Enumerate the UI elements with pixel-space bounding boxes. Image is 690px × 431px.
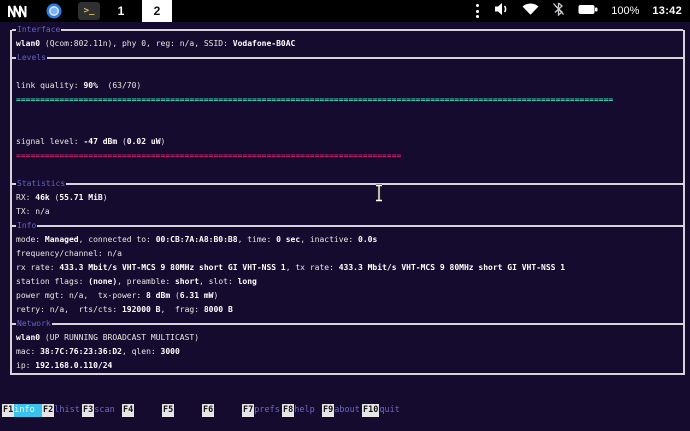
browser-icon[interactable] (46, 3, 62, 19)
fkey-f9[interactable]: F9 (322, 404, 334, 417)
terminal-rows: Interfacewlan0 (Qcom:802.11n), phy 0, re… (12, 23, 683, 373)
fkey-label-quit[interactable]: quit (379, 404, 399, 417)
ip-line: ip: 192.168.0.110/24 (12, 359, 683, 373)
fkey-slot-f4[interactable]: F4 (122, 404, 162, 417)
wifi-icon (522, 2, 539, 20)
fkey-label-help[interactable]: help (294, 404, 314, 417)
text-cursor-pointer (374, 184, 384, 206)
fkey-slot-f8[interactable]: F8help (282, 404, 322, 417)
overflow-menu-icon[interactable] (474, 4, 481, 18)
rate-line: rx rate: 433.3 Mbit/s VHT-MCS 9 80MHz sh… (12, 261, 683, 275)
section-header-levels: Levels (12, 51, 683, 65)
clock: 13:42 (652, 5, 682, 17)
fkey-slot-f10[interactable]: F10quit (362, 404, 406, 417)
terminal-tab-2[interactable]: 2 (142, 0, 172, 22)
interface-line: wlan0 (Qcom:802.11n), phy 0, reg: n/a, S… (12, 37, 683, 51)
bluetooth-off-icon (552, 2, 565, 21)
wavemon-info-panel: Interfacewlan0 (Qcom:802.11n), phy 0, re… (10, 30, 685, 375)
network-flags-line: wlan0 (UP RUNNING BROADCAST MULTICAST) (12, 331, 683, 345)
link-quality-bar: ========================================… (12, 93, 683, 107)
app-logo-icon (8, 4, 30, 18)
fkey-slot-f5[interactable]: F5 (162, 404, 202, 417)
fkey-label-info[interactable]: info (14, 404, 41, 417)
function-key-bar: F1infoF2lhistF3scanF4F5F6F7prefsF8helpF9… (2, 404, 406, 417)
fkey-label-prefs[interactable]: prefs (254, 404, 280, 417)
rx-stats-line: RX: 46k (55.71 MiB) (12, 191, 683, 205)
battery-percent: 100% (611, 5, 639, 17)
blank-line (12, 163, 683, 177)
fkey-label-scan[interactable]: scan (94, 404, 114, 417)
power-line: power mgt: n/a, tx-power: 8 dBm (6.31 mW… (12, 289, 683, 303)
section-header-statistics: Statistics (12, 177, 683, 191)
fkey-slot-f9[interactable]: F9about (322, 404, 362, 417)
battery-icon (578, 2, 598, 20)
tx-stats-line: TX: n/a (12, 205, 683, 219)
mac-line: mac: 38:7C:76:23:36:D2, qlen: 3000 (12, 345, 683, 359)
blank-line (12, 65, 683, 79)
mode-line: mode: Managed, connected to: 00:CB:7A:A8… (12, 233, 683, 247)
fkey-f5[interactable]: F5 (162, 404, 174, 417)
section-header-network: Network (12, 317, 683, 331)
blank-line (12, 107, 683, 121)
fkey-label-lhist[interactable]: lhist (54, 404, 80, 417)
signal-level-bar: ========================================… (12, 149, 683, 163)
blank-line (12, 121, 683, 135)
terminal-app-icon[interactable]: >_ (78, 2, 100, 20)
fkey-f8[interactable]: F8 (282, 404, 294, 417)
fkey-f7[interactable]: F7 (242, 404, 254, 417)
fkey-slot-f7[interactable]: F7prefs (242, 404, 282, 417)
retry-line: retry: n/a, rts/cts: 192000 B, frag: 800… (12, 303, 683, 317)
frequency-line: frequency/channel: n/a (12, 247, 683, 261)
fkey-f10[interactable]: F10 (362, 404, 379, 417)
fkey-slot-f6[interactable]: F6 (202, 404, 242, 417)
fkey-f4[interactable]: F4 (122, 404, 134, 417)
fkey-slot-f3[interactable]: F3scan (82, 404, 122, 417)
fkey-slot-f1[interactable]: F1info (2, 404, 42, 417)
fkey-slot-f2[interactable]: F2lhist (42, 404, 82, 417)
section-header-interface: Interface (12, 23, 683, 37)
status-bar-left: >_ 1 2 (0, 0, 172, 22)
link-quality-line: link quality: 90% (63/70) (12, 79, 683, 93)
fkey-f3[interactable]: F3 (82, 404, 94, 417)
signal-level-line: signal level: -47 dBm (0.02 uW) (12, 135, 683, 149)
status-bar: >_ 1 2 100% 13 (0, 0, 690, 22)
volume-icon (494, 2, 509, 21)
fkey-f6[interactable]: F6 (202, 404, 214, 417)
fkey-f2[interactable]: F2 (42, 404, 54, 417)
section-header-info: Info (12, 219, 683, 233)
status-bar-right: 100% 13:42 (474, 0, 690, 22)
fkey-label-about[interactable]: about (334, 404, 360, 417)
station-flags-line: station flags: (none), preamble: short, … (12, 275, 683, 289)
terminal-tab-1[interactable]: 1 (106, 0, 136, 22)
fkey-f1[interactable]: F1 (2, 404, 14, 417)
